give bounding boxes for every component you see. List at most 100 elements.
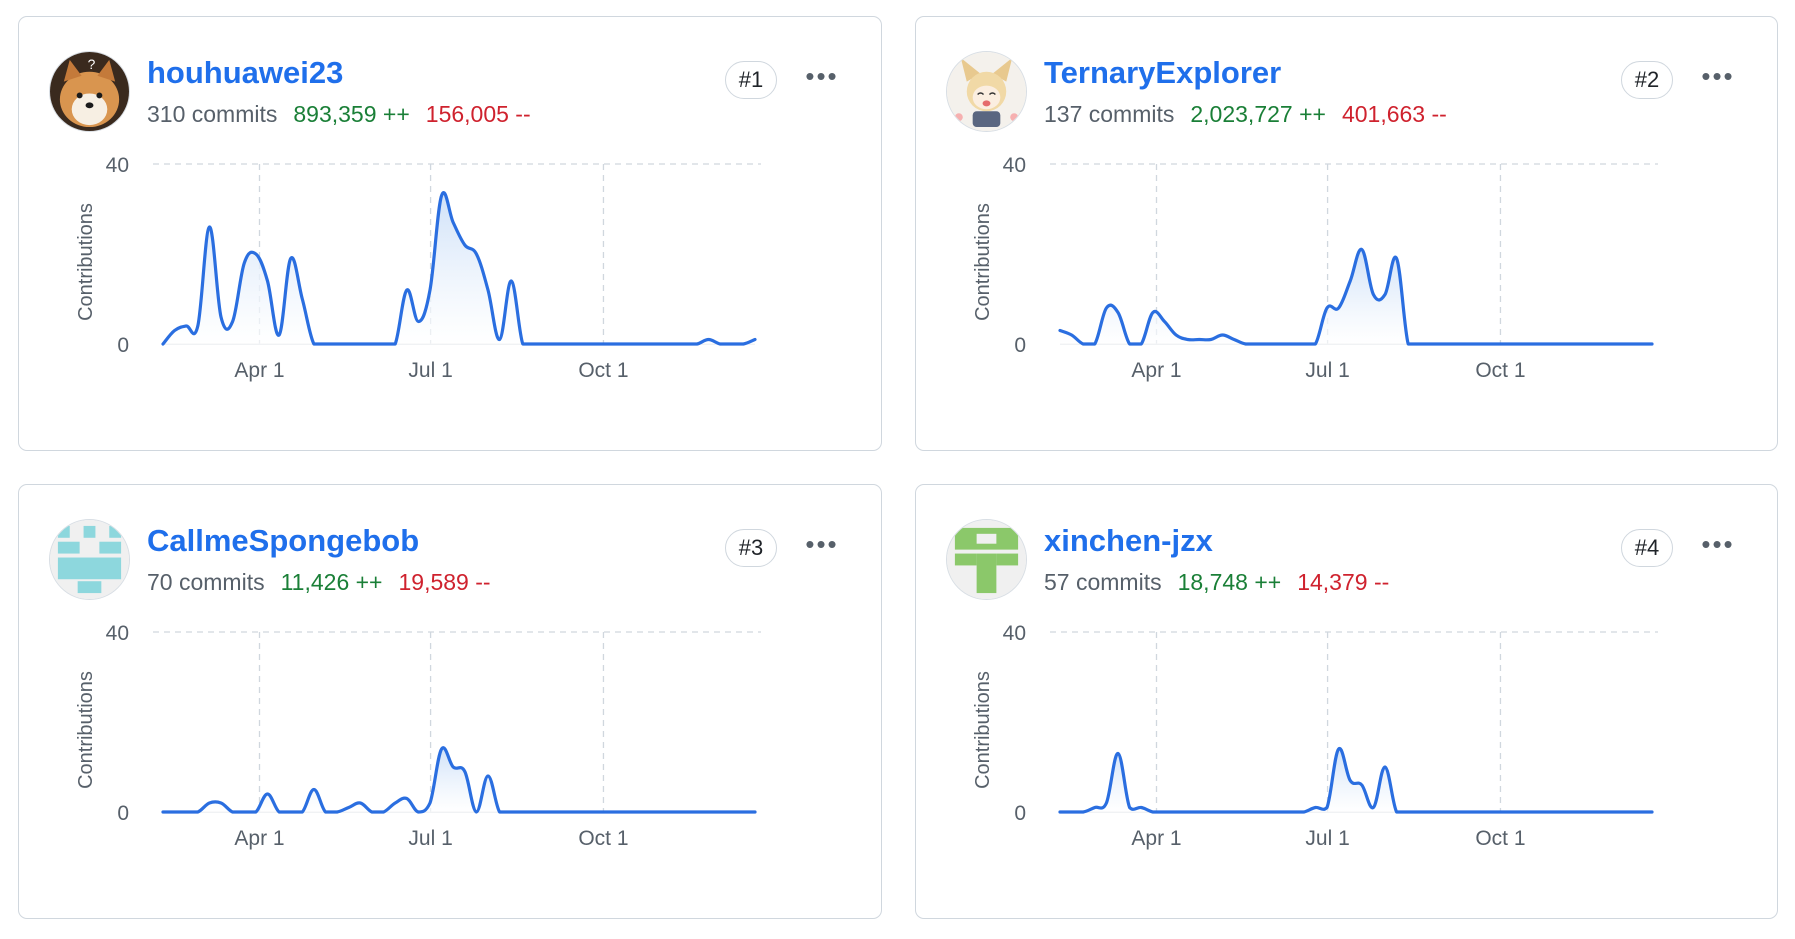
data-point[interactable] [158, 339, 168, 349]
data-point[interactable] [622, 339, 632, 349]
data-point[interactable] [1357, 780, 1367, 790]
data-point[interactable] [332, 339, 342, 349]
data-point[interactable] [669, 807, 679, 817]
data-point[interactable] [1461, 339, 1471, 349]
data-point[interactable] [1612, 807, 1622, 817]
data-point[interactable] [1508, 807, 1518, 817]
data-point[interactable] [669, 339, 679, 349]
data-point[interactable] [1531, 339, 1541, 349]
data-point[interactable] [1473, 807, 1483, 817]
data-point[interactable] [541, 807, 551, 817]
data-point[interactable] [704, 807, 714, 817]
data-point[interactable] [1183, 807, 1193, 817]
data-point[interactable] [704, 335, 714, 345]
data-point[interactable] [1287, 807, 1297, 817]
data-point[interactable] [1159, 317, 1169, 327]
data-point[interactable] [379, 339, 389, 349]
data-point[interactable] [1426, 339, 1436, 349]
data-point[interactable] [738, 807, 748, 817]
data-point[interactable] [1299, 807, 1309, 817]
data-point[interactable] [692, 339, 702, 349]
data-point[interactable] [425, 798, 435, 808]
data-point[interactable] [262, 276, 272, 286]
data-point[interactable] [1438, 807, 1448, 817]
data-point[interactable] [1125, 803, 1135, 813]
data-point[interactable] [680, 339, 690, 349]
data-point[interactable] [587, 807, 597, 817]
data-point[interactable] [1647, 807, 1657, 817]
data-point[interactable] [518, 807, 528, 817]
data-point[interactable] [367, 807, 377, 817]
data-point[interactable] [1171, 330, 1181, 340]
data-point[interactable] [204, 798, 214, 808]
data-point[interactable] [1496, 339, 1506, 349]
data-point[interactable] [321, 339, 331, 349]
data-point[interactable] [1554, 807, 1564, 817]
data-point[interactable] [1264, 339, 1274, 349]
data-point[interactable] [587, 339, 597, 349]
data-point[interactable] [344, 339, 354, 349]
data-point[interactable] [1635, 339, 1645, 349]
data-point[interactable] [1624, 807, 1634, 817]
data-point[interactable] [1310, 803, 1320, 813]
data-point[interactable] [1055, 326, 1065, 336]
data-point[interactable] [1519, 339, 1529, 349]
data-point[interactable] [692, 807, 702, 817]
data-point[interactable] [1194, 335, 1204, 345]
data-point[interactable] [1496, 807, 1506, 817]
data-point[interactable] [1218, 330, 1228, 340]
data-point[interactable] [1090, 339, 1100, 349]
data-point[interactable] [529, 339, 539, 349]
data-point[interactable] [193, 807, 203, 817]
data-point[interactable] [402, 794, 412, 804]
data-point[interactable] [1136, 803, 1146, 813]
data-point[interactable] [1148, 308, 1158, 318]
data-point[interactable] [355, 798, 365, 808]
data-point[interactable] [332, 807, 342, 817]
data-point[interactable] [158, 807, 168, 817]
data-point[interactable] [1484, 807, 1494, 817]
data-point[interactable] [1519, 807, 1529, 817]
data-point[interactable] [1101, 798, 1111, 808]
data-point[interactable] [646, 339, 656, 349]
data-point[interactable] [506, 276, 516, 286]
data-point[interactable] [448, 762, 458, 772]
data-point[interactable] [727, 807, 737, 817]
data-point[interactable] [529, 807, 539, 817]
data-point[interactable] [297, 807, 307, 817]
data-point[interactable] [1461, 807, 1471, 817]
data-point[interactable] [1484, 339, 1494, 349]
data-point[interactable] [1589, 339, 1599, 349]
data-point[interactable] [1276, 807, 1286, 817]
data-point[interactable] [413, 807, 423, 817]
data-point[interactable] [1078, 807, 1088, 817]
data-point[interactable] [216, 798, 226, 808]
data-point[interactable] [1380, 762, 1390, 772]
data-point[interactable] [553, 339, 563, 349]
data-point[interactable] [1531, 807, 1541, 817]
data-point[interactable] [1171, 807, 1181, 817]
data-point[interactable] [646, 807, 656, 817]
data-point[interactable] [541, 339, 551, 349]
data-point[interactable] [680, 807, 690, 817]
data-point[interactable] [1403, 339, 1413, 349]
data-point[interactable] [1252, 807, 1262, 817]
data-point[interactable] [634, 339, 644, 349]
data-point[interactable] [379, 807, 389, 817]
data-point[interactable] [1368, 290, 1378, 300]
data-point[interactable] [1415, 807, 1425, 817]
data-point[interactable] [286, 807, 296, 817]
data-point[interactable] [1415, 339, 1425, 349]
data-point[interactable] [1055, 807, 1065, 817]
data-point[interactable] [1334, 303, 1344, 313]
data-point[interactable] [1299, 339, 1309, 349]
data-point[interactable] [738, 339, 748, 349]
data-point[interactable] [367, 339, 377, 349]
data-point[interactable] [1566, 807, 1576, 817]
data-point[interactable] [750, 807, 760, 817]
data-point[interactable] [1125, 339, 1135, 349]
data-point[interactable] [170, 326, 180, 336]
data-point[interactable] [1194, 807, 1204, 817]
data-point[interactable] [460, 767, 470, 777]
data-point[interactable] [1577, 807, 1587, 817]
